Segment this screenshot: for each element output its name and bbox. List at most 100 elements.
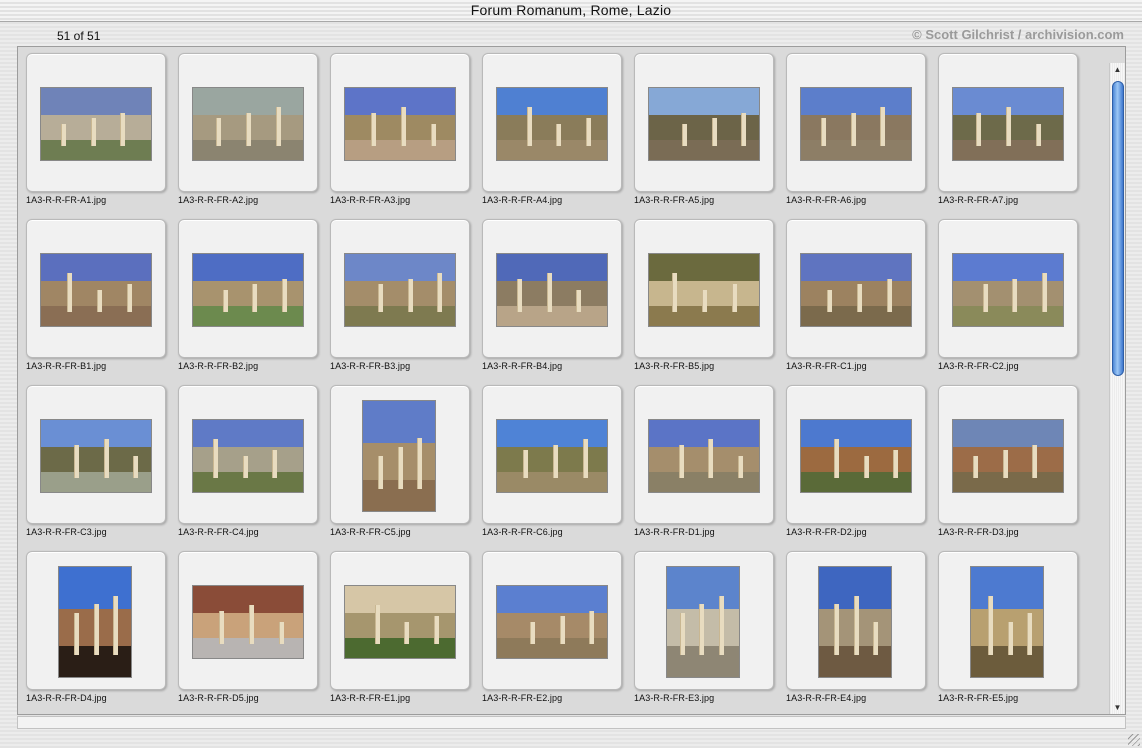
slide-mount[interactable] [178,551,318,690]
thumbnail-image[interactable] [496,585,608,659]
window-title: Forum Romanum, Rome, Lazio [470,2,672,18]
slide-mount[interactable] [786,385,926,524]
thumbnail-filename: 1A3-R-R-FR-A5.jpg [634,195,715,205]
copyright-notice: © Scott Gilchrist / archivision.com [912,27,1124,42]
slide-mount[interactable] [26,219,166,358]
thumbnail-item[interactable]: 1A3-R-R-FR-C3.jpg [19,379,171,545]
thumbnail-image[interactable] [648,253,760,327]
thumbnail-item[interactable]: 1A3-R-R-FR-B1.jpg [19,213,171,379]
slide-mount[interactable] [938,219,1078,358]
slide-mount[interactable] [482,219,622,358]
thumbnail-image[interactable] [952,419,1064,493]
thumbnail-item[interactable]: 1A3-R-R-FR-C5.jpg [323,379,475,545]
slide-mount[interactable] [482,551,622,690]
thumbnail-image[interactable] [344,585,456,659]
thumbnail-image[interactable] [496,419,608,493]
slide-mount[interactable] [634,551,774,690]
thumbnail-image[interactable] [648,87,760,161]
thumbnail-image[interactable] [192,585,304,659]
thumbnail-image[interactable] [344,87,456,161]
vertical-scrollbar[interactable]: ▲ ▼ [1109,63,1125,714]
thumbnail-item[interactable]: 1A3-R-R-FR-A6.jpg [779,47,931,213]
thumbnail-item[interactable]: 1A3-R-R-FR-D2.jpg [779,379,931,545]
thumbnail-filename: 1A3-R-R-FR-A3.jpg [330,195,411,205]
window-titlebar[interactable]: Forum Romanum, Rome, Lazio [0,0,1142,22]
thumbnail-image[interactable] [666,566,740,678]
thumbnail-image[interactable] [800,87,912,161]
thumbnail-image[interactable] [970,566,1044,678]
thumbnail-image[interactable] [344,253,456,327]
thumbnail-image[interactable] [496,253,608,327]
thumbnail-item[interactable]: 1A3-R-R-FR-D4.jpg [19,545,171,711]
thumbnail-item[interactable]: 1A3-R-R-FR-A1.jpg [19,47,171,213]
slide-mount[interactable] [330,219,470,358]
thumbnail-item[interactable]: 1A3-R-R-FR-E4.jpg [779,545,931,711]
thumbnail-filename: 1A3-R-R-FR-C1.jpg [786,361,867,371]
slide-mount[interactable] [330,385,470,524]
thumbnail-image[interactable] [800,419,912,493]
slide-mount[interactable] [330,551,470,690]
slide-mount[interactable] [178,385,318,524]
thumbnail-item[interactable]: 1A3-R-R-FR-E2.jpg [475,545,627,711]
thumbnail-item[interactable]: 1A3-R-R-FR-A3.jpg [323,47,475,213]
slide-mount[interactable] [26,385,166,524]
slide-mount[interactable] [634,385,774,524]
slide-mount[interactable] [26,53,166,192]
slide-mount[interactable] [786,219,926,358]
thumbnail-filename: 1A3-R-R-FR-D4.jpg [26,693,107,703]
image-counter: 51 of 51 [57,29,101,43]
thumbnail-item[interactable]: 1A3-R-R-FR-C6.jpg [475,379,627,545]
thumbnail-filename: 1A3-R-R-FR-D1.jpg [634,527,715,537]
slide-mount[interactable] [178,53,318,192]
thumbnail-image[interactable] [192,253,304,327]
thumbnail-item[interactable]: 1A3-R-R-FR-D5.jpg [171,545,323,711]
resize-grip-icon[interactable] [1128,734,1140,746]
slide-mount[interactable] [786,551,926,690]
thumbnail-item[interactable]: 1A3-R-R-FR-A2.jpg [171,47,323,213]
thumbnail-item[interactable]: 1A3-R-R-FR-A7.jpg [931,47,1083,213]
thumbnail-image[interactable] [648,419,760,493]
thumbnail-item[interactable]: 1A3-R-R-FR-C2.jpg [931,213,1083,379]
thumbnail-image[interactable] [40,87,152,161]
thumbnail-image[interactable] [40,253,152,327]
slide-mount[interactable] [26,551,166,690]
scrollbar-thumb[interactable] [1112,81,1124,376]
thumbnail-item[interactable]: 1A3-R-R-FR-D1.jpg [627,379,779,545]
thumbnail-image[interactable] [192,87,304,161]
slide-mount[interactable] [330,53,470,192]
thumbnail-item[interactable]: 1A3-R-R-FR-C4.jpg [171,379,323,545]
thumbnail-filename: 1A3-R-R-FR-E2.jpg [482,693,563,703]
thumbnail-image[interactable] [952,253,1064,327]
thumbnail-item[interactable]: 1A3-R-R-FR-E1.jpg [323,545,475,711]
thumbnail-item[interactable]: 1A3-R-R-FR-A4.jpg [475,47,627,213]
thumbnail-item[interactable]: 1A3-R-R-FR-B4.jpg [475,213,627,379]
thumbnail-item[interactable]: 1A3-R-R-FR-B3.jpg [323,213,475,379]
slide-mount[interactable] [482,53,622,192]
slide-mount[interactable] [634,219,774,358]
thumbnail-item[interactable]: 1A3-R-R-FR-D3.jpg [931,379,1083,545]
thumbnail-item[interactable]: 1A3-R-R-FR-E3.jpg [627,545,779,711]
thumbnail-image[interactable] [800,253,912,327]
slide-mount[interactable] [938,551,1078,690]
slide-mount[interactable] [938,385,1078,524]
scroll-up-arrow-icon[interactable]: ▲ [1110,63,1125,77]
thumbnail-image[interactable] [496,87,608,161]
thumbnail-item[interactable]: 1A3-R-R-FR-B5.jpg [627,213,779,379]
slide-mount[interactable] [178,219,318,358]
thumbnail-image[interactable] [818,566,892,678]
slide-mount[interactable] [634,53,774,192]
slide-mount[interactable] [482,385,622,524]
thumbnail-item[interactable]: 1A3-R-R-FR-E5.jpg [931,545,1083,711]
scroll-down-arrow-icon[interactable]: ▼ [1110,701,1125,714]
thumbnail-image[interactable] [40,419,152,493]
thumbnail-image[interactable] [192,419,304,493]
slide-mount[interactable] [786,53,926,192]
thumbnail-item[interactable]: 1A3-R-R-FR-B2.jpg [171,213,323,379]
slide-mount[interactable] [938,53,1078,192]
thumbnail-image[interactable] [952,87,1064,161]
thumbnail-image[interactable] [362,400,436,512]
horizontal-scrollbar[interactable] [17,716,1126,729]
thumbnail-image[interactable] [58,566,132,678]
thumbnail-item[interactable]: 1A3-R-R-FR-A5.jpg [627,47,779,213]
thumbnail-item[interactable]: 1A3-R-R-FR-C1.jpg [779,213,931,379]
